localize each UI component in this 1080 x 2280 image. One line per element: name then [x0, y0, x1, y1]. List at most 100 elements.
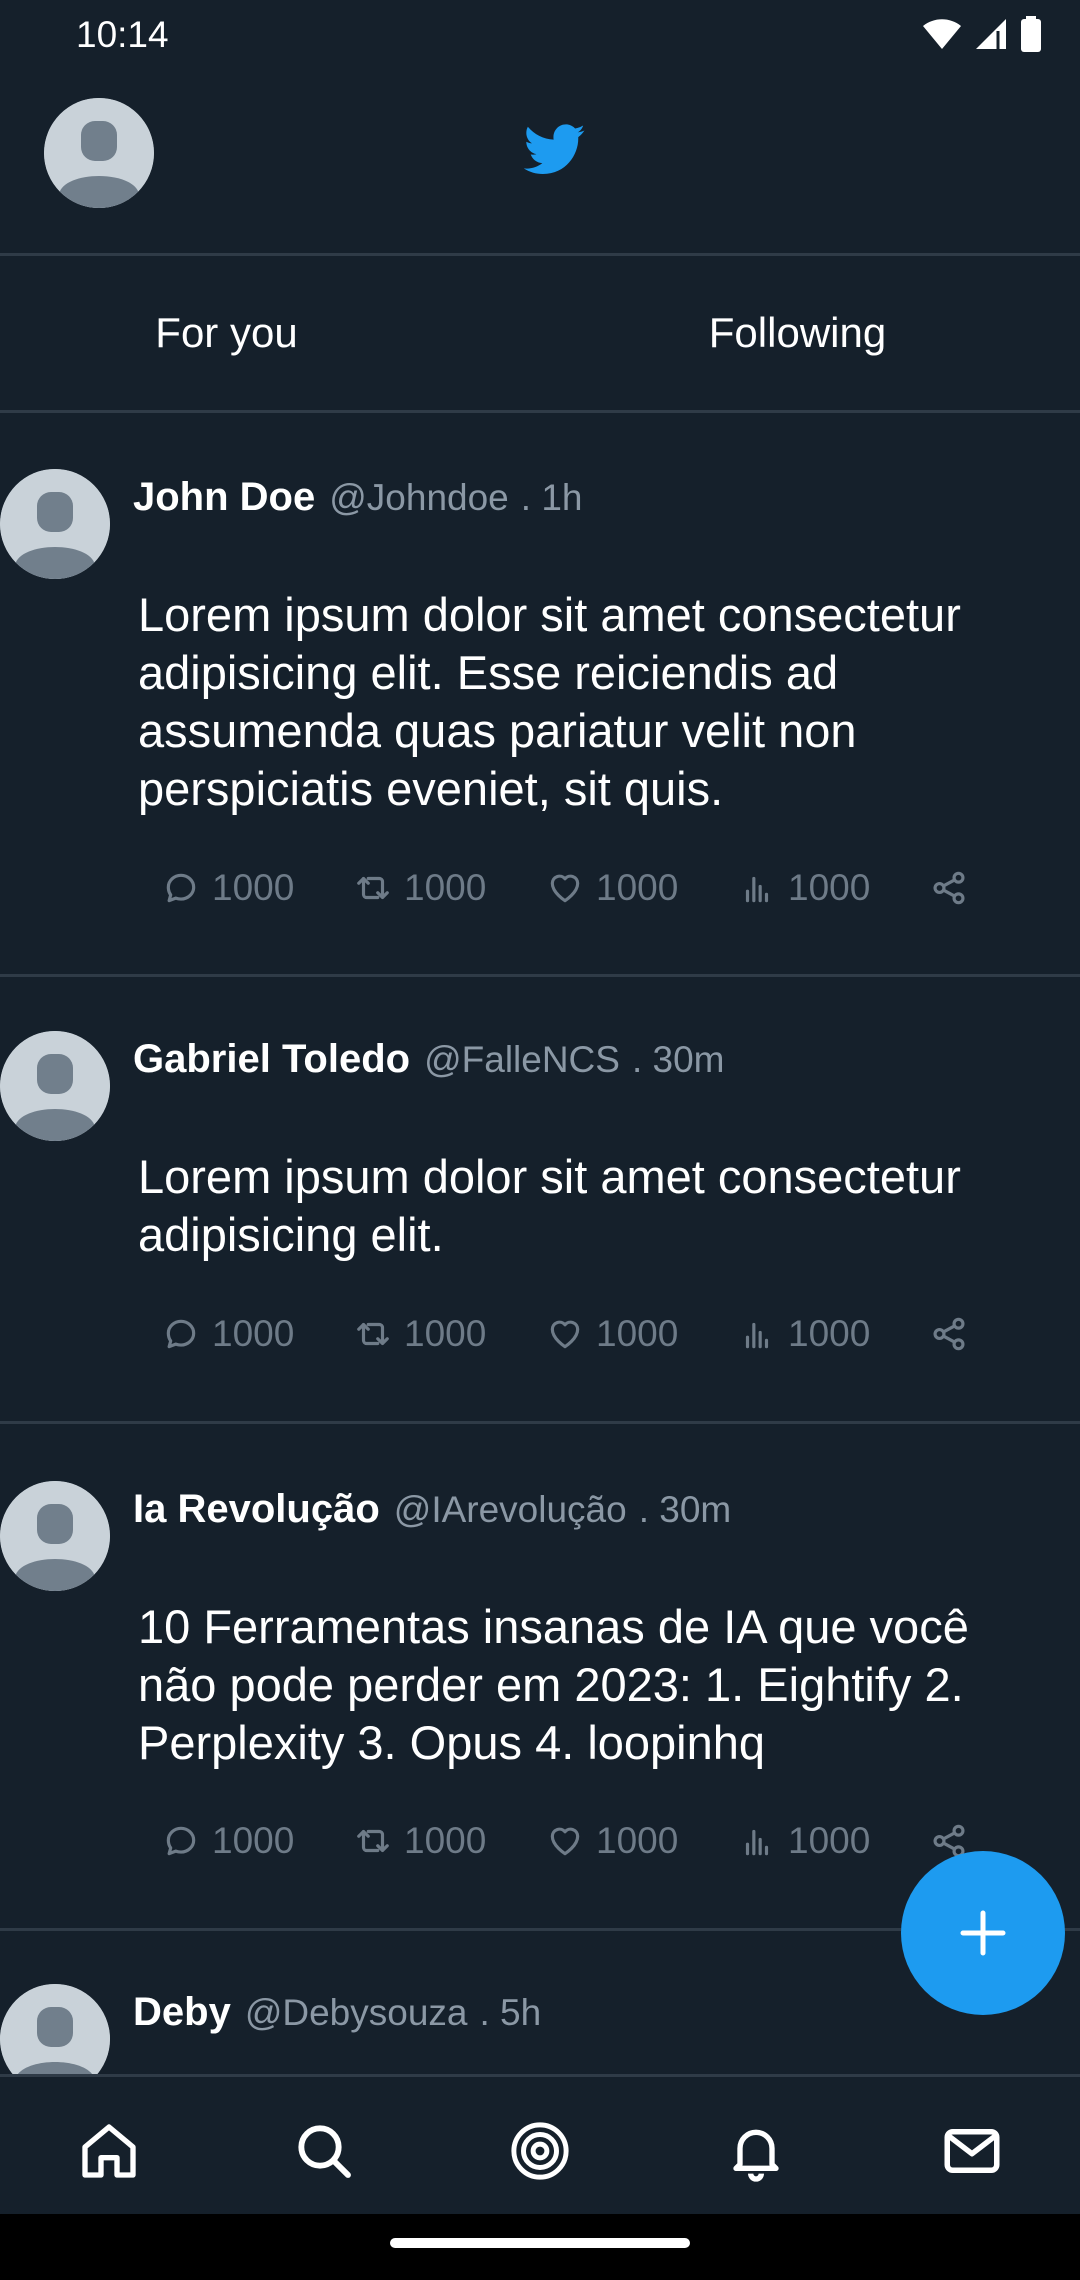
tweet-text: Lorem ipsum dolor sit amet consectetur a… [138, 588, 961, 815]
tweet-time: . 30m [638, 1489, 732, 1530]
default-avatar-icon [0, 1481, 110, 1591]
system-gesture-area [0, 2214, 1080, 2280]
home-icon [82, 2124, 136, 2178]
retweet-icon [357, 1829, 389, 1853]
timeline-tabs: For you Following [0, 256, 1080, 410]
reply-button[interactable]: 1000 [162, 1309, 294, 1359]
nav-notifications[interactable] [722, 2117, 790, 2185]
tweet-card[interactable]: Ia Revolução @IArevolução . 30m 10 Ferra… [0, 1424, 1080, 1928]
author-name[interactable]: Ia Revolução [133, 1487, 380, 1532]
default-avatar-icon [44, 98, 154, 208]
retweet-button[interactable]: 1000 [354, 1816, 486, 1866]
battery-icon [1021, 16, 1041, 52]
avatar[interactable] [0, 1481, 110, 1591]
author-handle[interactable]: @FalleNCS [424, 1039, 620, 1081]
top-header [0, 70, 1080, 254]
reply-button[interactable]: 1000 [162, 1816, 294, 1866]
tweet-header: Deby @Debysouza . 5h [133, 1990, 541, 2035]
heart-icon [550, 1320, 580, 1349]
retweet-button[interactable]: 1000 [354, 1309, 486, 1359]
like-count: 1000 [596, 1820, 679, 1861]
tab-following[interactable]: Following [571, 256, 1080, 410]
tab-for-you[interactable]: For you [0, 256, 571, 410]
author-name[interactable]: Gabriel Toledo [133, 1037, 410, 1082]
nav-search[interactable] [290, 2117, 358, 2185]
analytics-icon [745, 1322, 769, 1349]
like-button[interactable]: 1000 [546, 1816, 678, 1866]
nav-messages[interactable] [938, 2117, 1006, 2185]
default-avatar-icon [0, 469, 110, 579]
tweet-time: . 30m [631, 1039, 725, 1080]
views-count: 1000 [788, 1820, 871, 1861]
tweet-card[interactable]: John Doe @Johndoe . 1h Lorem ipsum dolor… [0, 413, 1080, 975]
profile-avatar[interactable] [44, 98, 154, 208]
share-button[interactable] [930, 863, 968, 913]
tweet-text: Lorem ipsum dolor sit amet consectetur a… [138, 1150, 961, 1261]
compose-tweet-button[interactable] [901, 1851, 1065, 2015]
tweet-header: Gabriel Toledo @FalleNCS . 30m [133, 1037, 725, 1082]
like-button[interactable]: 1000 [546, 863, 678, 913]
author-handle[interactable]: @Johndoe [329, 477, 509, 519]
reply-count: 1000 [212, 1820, 295, 1861]
like-count: 1000 [596, 867, 679, 908]
like-button[interactable]: 1000 [546, 1309, 678, 1359]
search-icon [298, 2125, 351, 2178]
tweet-time: . 5h [479, 1992, 542, 2033]
spaces-icon [511, 2122, 569, 2180]
status-bar: 10:14 [0, 0, 1080, 70]
tweet-header: Ia Revolução @IArevolução . 30m [133, 1487, 731, 1532]
heart-icon [550, 874, 580, 903]
author-name[interactable]: Deby [133, 1990, 231, 2035]
avatar[interactable] [0, 1031, 110, 1141]
reply-count: 1000 [212, 867, 295, 908]
retweet-icon [357, 876, 389, 900]
avatar[interactable] [0, 1984, 110, 2074]
plus-icon [960, 1910, 1006, 1956]
tweet-text: 10 Ferramentas insanas de IA que você nã… [138, 1600, 969, 1769]
retweet-count: 1000 [404, 1820, 487, 1861]
status-time: 10:14 [76, 14, 169, 55]
bell-icon [733, 2129, 779, 2182]
comment-icon [166, 1319, 196, 1349]
comment-icon [166, 873, 196, 903]
heart-icon [550, 1827, 580, 1856]
avatar[interactable] [0, 469, 110, 579]
share-icon [933, 871, 965, 905]
status-icons [922, 16, 1042, 52]
tweet-card[interactable]: Gabriel Toledo @FalleNCS . 30m Lorem ips… [0, 977, 1080, 1421]
nav-home[interactable] [75, 2117, 143, 2185]
tweet-actions: 1000 1000 1000 1000 [160, 863, 990, 913]
author-handle[interactable]: @Debysouza [245, 1992, 468, 2034]
author-handle[interactable]: @IArevolução [394, 1489, 627, 1531]
views-button[interactable]: 1000 [738, 1309, 870, 1359]
analytics-icon [745, 876, 769, 903]
like-count: 1000 [596, 1313, 679, 1354]
views-button[interactable]: 1000 [738, 863, 870, 913]
author-name[interactable]: John Doe [133, 475, 315, 520]
share-button[interactable] [930, 1309, 968, 1359]
views-count: 1000 [788, 867, 871, 908]
home-timeline-screen: 10:14 For you Following John Doe @Johndo… [0, 0, 1080, 2280]
share-icon [933, 1317, 965, 1351]
views-count: 1000 [788, 1313, 871, 1354]
mail-icon [944, 2129, 1000, 2173]
twitter-bird-icon[interactable] [523, 124, 586, 176]
signal-icon [976, 19, 1006, 49]
retweet-button[interactable]: 1000 [354, 863, 486, 913]
tweet-header: John Doe @Johndoe . 1h [133, 475, 582, 520]
retweet-icon [357, 1322, 389, 1346]
analytics-icon [745, 1829, 769, 1856]
reply-button[interactable]: 1000 [162, 863, 294, 913]
bottom-navigation [0, 2074, 1080, 2214]
reply-count: 1000 [212, 1313, 295, 1354]
default-avatar-icon [0, 1031, 110, 1141]
wifi-icon [923, 19, 961, 49]
comment-icon [166, 1826, 196, 1856]
retweet-count: 1000 [404, 1313, 487, 1354]
tweet-actions: 1000 1000 1000 1000 [160, 1309, 990, 1359]
nav-spaces[interactable] [506, 2117, 574, 2185]
retweet-count: 1000 [404, 867, 487, 908]
home-gesture-bar[interactable] [390, 2238, 690, 2248]
views-button[interactable]: 1000 [738, 1816, 870, 1866]
tweet-actions: 1000 1000 1000 1000 [160, 1816, 990, 1866]
